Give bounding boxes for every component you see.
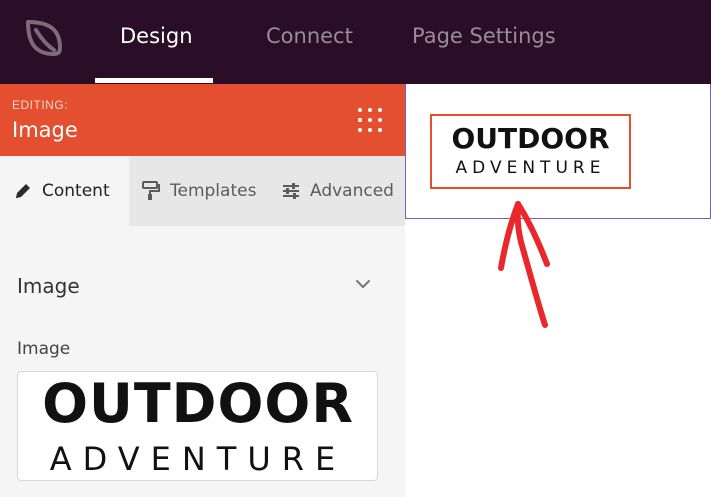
- editing-header: EDITING: Image: [0, 84, 405, 156]
- seedprod-logo-icon[interactable]: [20, 14, 66, 60]
- chevron-down-icon[interactable]: [353, 274, 373, 294]
- active-tab-indicator: [95, 78, 213, 83]
- annotation-arrow-icon: [498, 201, 550, 328]
- subtab-templates[interactable]: Templates: [142, 156, 256, 226]
- tab-page-settings[interactable]: Page Settings: [412, 24, 556, 48]
- grid-menu-icon[interactable]: [356, 106, 384, 134]
- tab-design[interactable]: Design: [120, 24, 193, 48]
- thumbnail-logo-line2: ADVENTURE: [49, 440, 347, 478]
- subtab-advanced[interactable]: Advanced: [282, 156, 394, 226]
- subtab-content[interactable]: Content: [0, 156, 129, 226]
- pencil-icon: [16, 184, 30, 198]
- canvas-logo-line2: ADVENTURE: [455, 158, 606, 178]
- subtab-advanced-label: Advanced: [310, 181, 394, 201]
- subtab-content-label: Content: [42, 181, 110, 201]
- image-field-label: Image: [17, 339, 71, 359]
- thumbnail-logo-line1: OUTDOOR: [42, 372, 354, 435]
- section-title-image[interactable]: Image: [17, 274, 80, 298]
- sliders-icon: [283, 183, 299, 199]
- editor-subtabs: Content Templates Advanced: [0, 156, 405, 226]
- canvas-image-selected[interactable]: OUTDOOR ADVENTURE: [430, 114, 631, 189]
- paint-roller-icon: [142, 181, 160, 200]
- top-bar: Design Connect Page Settings: [0, 0, 711, 84]
- tab-connect[interactable]: Connect: [266, 24, 353, 48]
- subtab-templates-label: Templates: [170, 181, 257, 201]
- editing-label: EDITING:: [12, 98, 69, 112]
- image-thumbnail[interactable]: OUTDOOR ADVENTURE: [17, 371, 378, 481]
- editor-sidebar: EDITING: Image Content Templates Advance…: [0, 84, 405, 497]
- canvas-logo-line1: OUTDOOR: [451, 122, 610, 155]
- editing-title: Image: [12, 118, 78, 142]
